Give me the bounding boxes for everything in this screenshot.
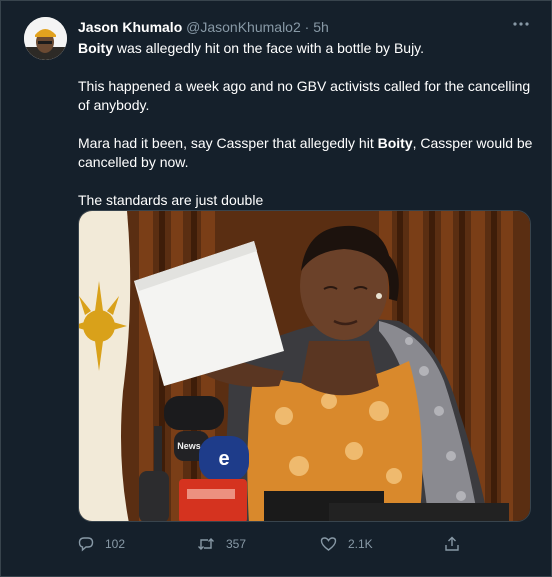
- like-button[interactable]: 2.1K: [320, 534, 373, 554]
- mention-boity: Boity: [78, 40, 113, 56]
- share-button[interactable]: [444, 534, 471, 554]
- avatar[interactable]: [24, 17, 67, 60]
- tweet-paragraph-1: Boity was allegedly hit on the face with…: [78, 39, 533, 58]
- press-conference-photo: News e: [79, 211, 530, 521]
- share-icon: [445, 536, 459, 551]
- mention-boity-2: Boity: [377, 135, 413, 151]
- reply-button[interactable]: 102: [78, 534, 125, 554]
- tweet-actions: 102 357 2.1K: [78, 534, 478, 556]
- tweet-text: Boity was allegedly hit on the face with…: [78, 39, 533, 229]
- retweet-count: 357: [226, 537, 247, 551]
- retweet-icon: [198, 538, 214, 550]
- heart-icon: [320, 537, 337, 551]
- tweet-paragraph-3: Mara had it been, say Cassper that alleg…: [78, 134, 533, 172]
- like-count: 2.1K: [348, 537, 373, 551]
- p1-text: was allegedly hit on the face with a bot…: [113, 40, 425, 56]
- author-name[interactable]: Jason Khumalo: [78, 19, 182, 35]
- avatar-image: [24, 17, 67, 60]
- mic-label-news: News: [177, 441, 201, 451]
- retweet-button[interactable]: 357: [197, 534, 246, 554]
- mic-label-e: e: [218, 448, 229, 470]
- tweet-card[interactable]: Jason Khumalo @JasonKhumalo2 · 5h Boity …: [0, 0, 552, 577]
- reply-count: 102: [105, 537, 126, 551]
- tweet-paragraph-2: This happened a week ago and no GBV acti…: [78, 78, 531, 113]
- separator-dot: ·: [304, 19, 310, 35]
- p3-text-start: Mara had it been, say Cassper that alleg…: [78, 135, 378, 151]
- author-handle[interactable]: @JasonKhumalo2: [186, 19, 301, 35]
- tweet-paragraph-4: The standards are just double: [78, 192, 264, 208]
- tweet-photo[interactable]: News e: [78, 210, 531, 522]
- reply-icon: [78, 537, 94, 552]
- tweet-time[interactable]: 5h: [313, 19, 329, 35]
- more-horizontal-icon[interactable]: [509, 15, 533, 35]
- tweet-header: Jason Khumalo @JasonKhumalo2 · 5h: [78, 18, 531, 38]
